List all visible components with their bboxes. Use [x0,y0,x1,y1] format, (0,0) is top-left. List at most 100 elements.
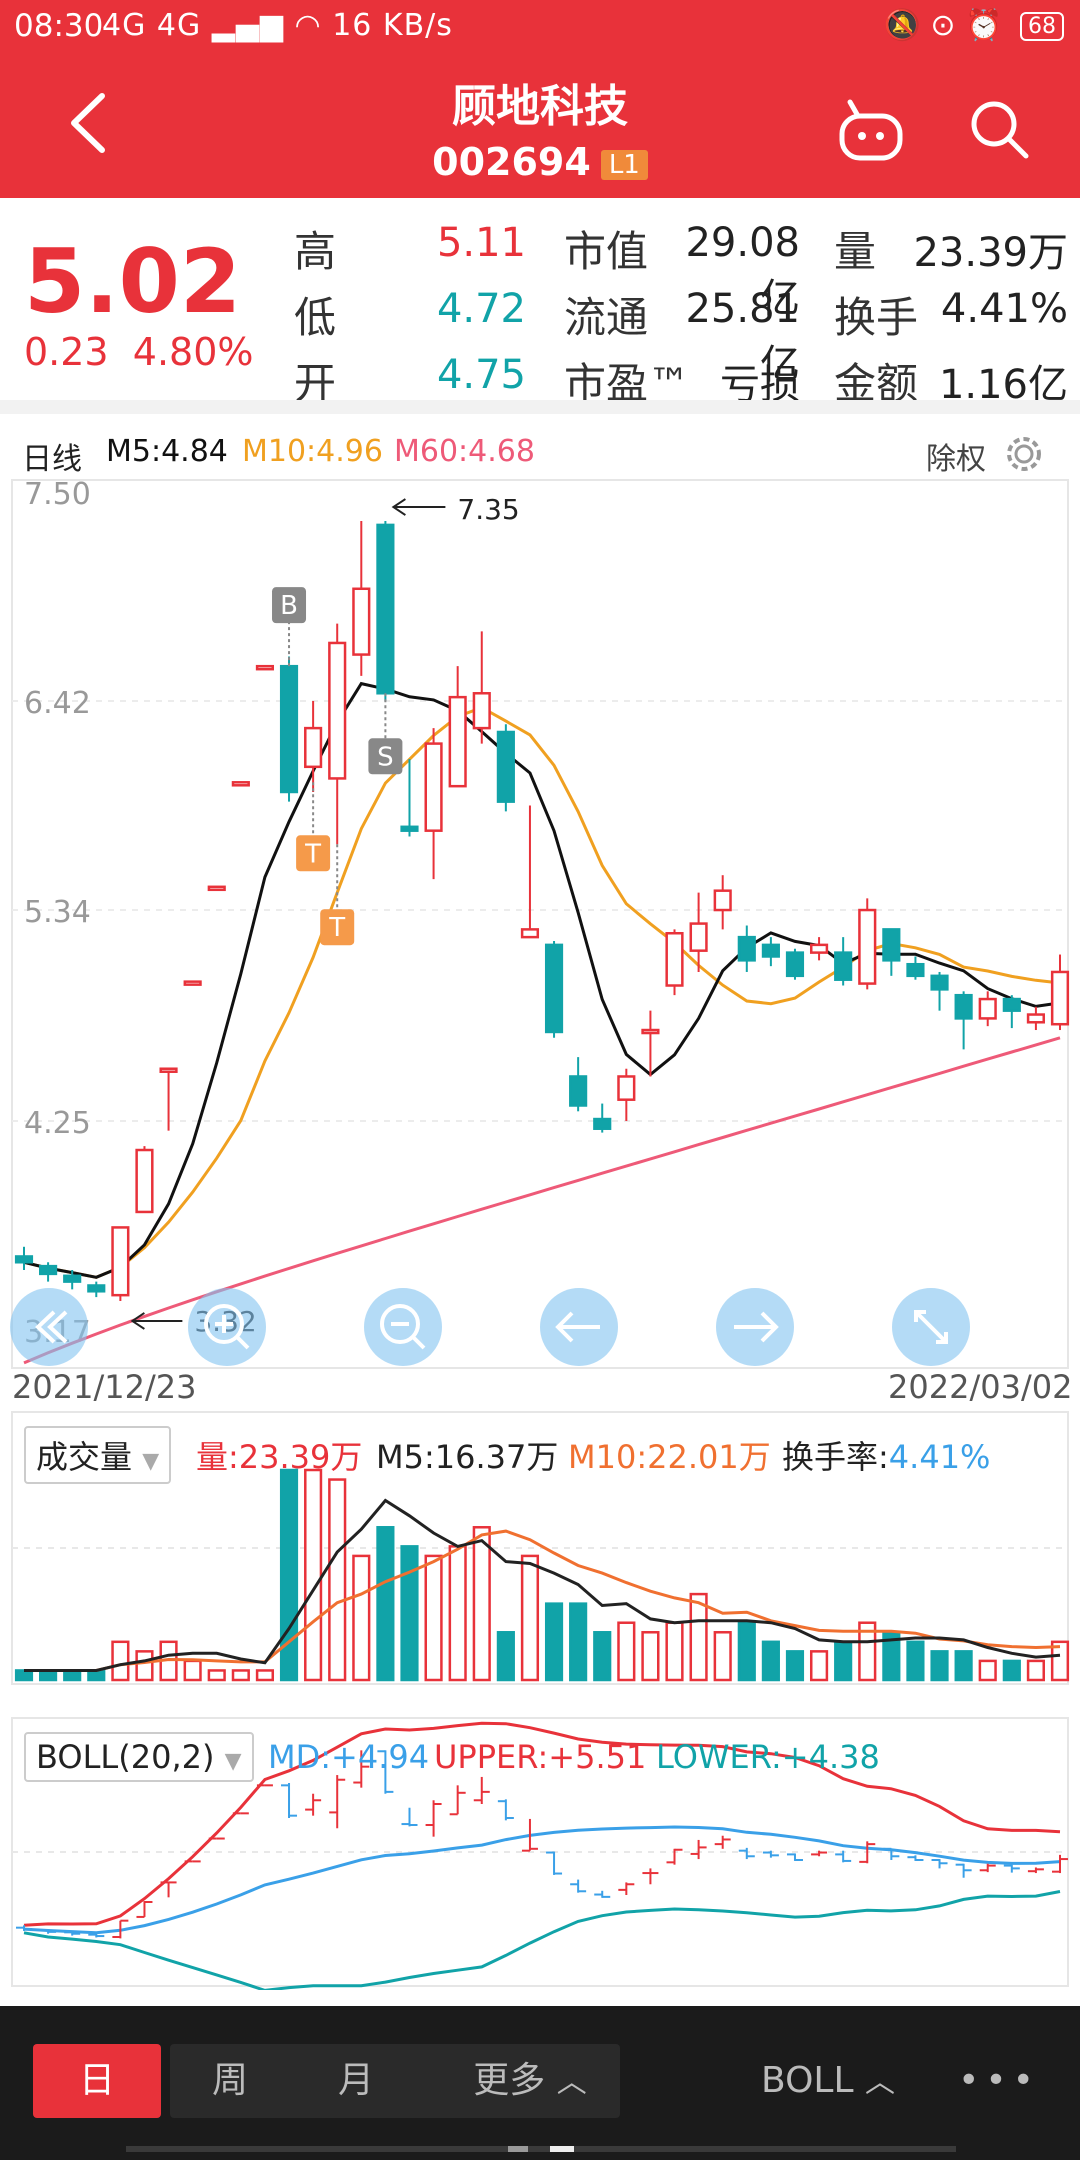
volume-bars [14,1468,1070,1682]
candle-body [448,695,467,788]
volume-bar [472,1526,491,1682]
y-tick-label: 5.34 [24,895,91,930]
volume-chart[interactable] [0,1410,1080,1690]
boll-selector[interactable]: BOLL(20,2) ▼ [24,1732,254,1782]
volume-bar [809,1650,829,1682]
candle-body [1050,970,1070,1026]
volume-bar [111,1640,130,1682]
candle-body [87,1284,106,1293]
open-value: 4.75 [436,352,526,398]
dropdown-icon: ▼ [224,1749,242,1774]
candle-body [14,1255,34,1264]
volume-bar [328,1478,347,1682]
boll-lower: LOWER:+4.38 [656,1738,880,1776]
candle-body [472,692,491,730]
m60-label: M60:4.68 [394,434,535,469]
exright-button[interactable]: 除权 [926,434,986,478]
robot-assistant-icon[interactable] [836,96,906,166]
date-start: 2021/12/23 [12,1368,197,1406]
candle-body [713,889,732,912]
volume-m5-polyline [24,1498,1061,1672]
kline-grid [12,700,1068,1122]
candle-body [569,1075,588,1107]
volume-m10-line [24,1529,1061,1672]
scroll-indicator-track [126,2146,956,2152]
mktcap-label: 市值 [564,227,649,276]
zoom-in-button[interactable] [188,1288,266,1366]
high-value: 5.11 [436,220,526,266]
candle-body [231,781,250,787]
tab-more[interactable]: 更多 ︿ [450,2044,610,2118]
candle-body [954,993,973,1020]
scroll-left-button[interactable] [540,1288,618,1366]
app-root: 08:30 4G 4G ▂▄▆ ◠ 16 KB/s 🔕 ⊙ ⏰ 68 顾地科技 … [0,0,1080,2160]
ma-indicator-bar: 日线 M5:4.84 M10:4.96 M60:4.68 除权 [0,420,1080,480]
settings-gear-icon[interactable] [1004,434,1044,474]
status-time: 08:30 [14,8,104,44]
candle-body [424,742,443,832]
volume-bar [1026,1659,1045,1682]
volume-bar [400,1545,419,1682]
search-icon[interactable] [966,96,1032,162]
status-right: 🔕 ⊙ ⏰ 68 [884,8,1064,43]
candle-body [111,1226,130,1297]
candle-body [641,1028,660,1035]
tab-week[interactable]: 周 [190,2044,270,2118]
volume-bar [978,1659,997,1682]
candle-body [544,943,564,1034]
volume-bar [906,1640,925,1682]
tab-day[interactable]: 日 [33,2044,161,2118]
candle-body [183,980,202,986]
volume-bar [376,1526,395,1682]
chevron-up-icon: ︿ [556,2065,587,2100]
candle-body [978,997,997,1020]
scroll-right-button[interactable] [716,1288,794,1366]
stock-code-row: 002694 L1 [0,140,1080,184]
volume-bar [448,1545,467,1682]
candle-body [135,1148,154,1214]
volume-bar [352,1554,371,1682]
candle-body [63,1274,82,1283]
more-menu-button[interactable]: ••• [944,2044,1054,2118]
candle-body [665,932,684,987]
volume-bar [641,1631,660,1682]
scroll-indicator-active [550,2146,574,2152]
volume-bar [304,1468,323,1682]
volume-bar [761,1640,780,1682]
candle-body [400,825,419,832]
boll-md-polyline [23,1825,1061,1935]
boll-indicator-button[interactable]: BOLL ︿ [748,2044,908,2118]
zoom-out-button[interactable] [364,1288,442,1366]
max-label: 7.35 [457,493,519,526]
period-label: 日线 [22,442,82,477]
low-value: 4.72 [436,286,526,332]
low-label: 低 [294,293,337,342]
volume-bar [279,1468,299,1682]
fullscreen-button[interactable] [892,1288,970,1366]
volume-bar [231,1669,250,1682]
volume-m10-polyline [24,1529,1061,1672]
candle-body [761,943,780,958]
current-price: 5.02 [24,230,242,333]
volume-bar [135,1650,154,1682]
volume-bar [689,1592,708,1682]
y-tick-label: 7.50 [24,478,91,512]
volume-value: 23.39万 [913,230,1068,276]
marker-label: T [304,839,321,869]
tab-month[interactable]: 月 [316,2044,396,2118]
rewind-button[interactable] [10,1288,88,1366]
status-network: 4G 4G ▂▄▆ ◠ 16 KB/s [102,8,453,43]
candle-body [785,951,805,978]
candle-body [858,908,877,985]
candle-body [689,922,708,952]
candle-body [496,730,515,803]
candle-body [328,641,347,780]
volume-bar [544,1602,564,1682]
marker-label: B [280,591,298,621]
candle-body [207,885,226,892]
kline-frame [11,479,1069,1369]
kline-chart[interactable]: 7.506.425.344.253.17 BSTT 7.353.32 [0,478,1080,1378]
double-left-icon [35,1310,68,1344]
candle-body [159,1067,178,1073]
stock-name: 顾地科技 [452,81,628,132]
